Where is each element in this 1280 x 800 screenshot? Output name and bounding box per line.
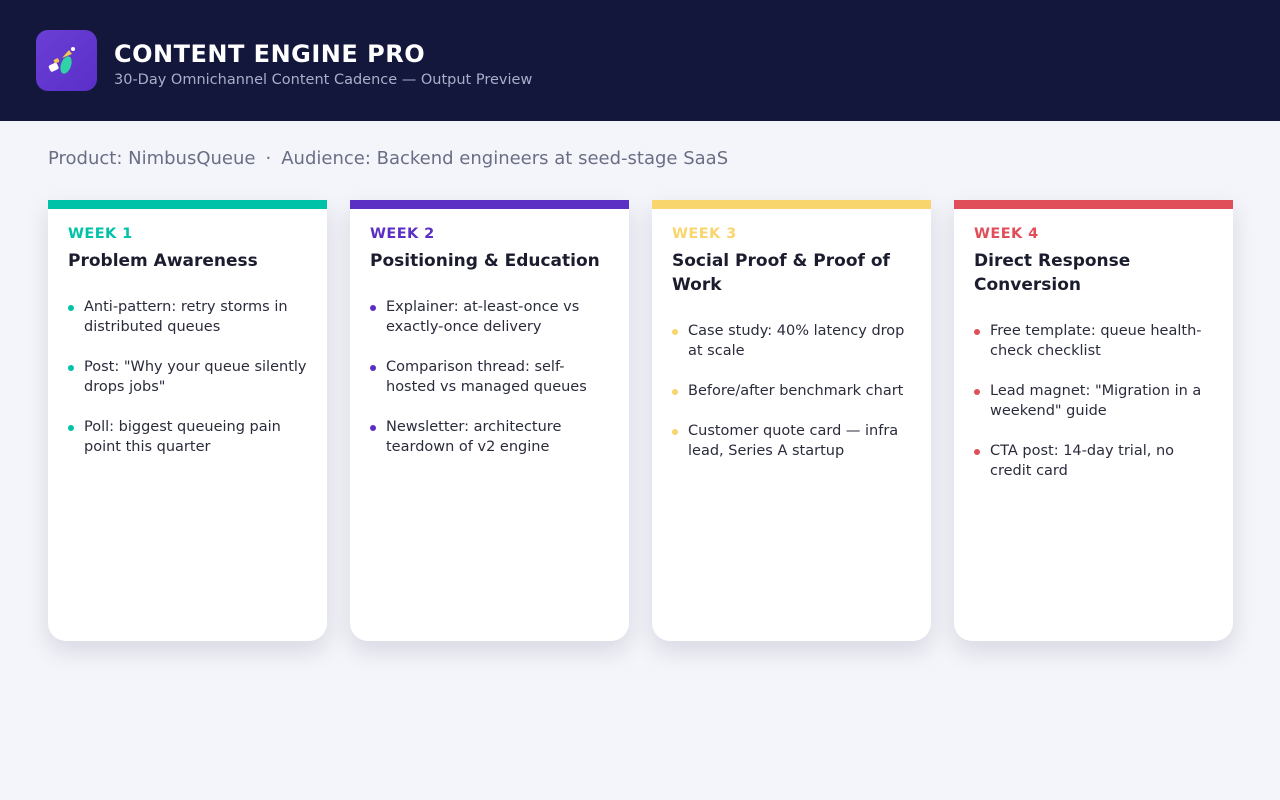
list-item-text: Lead magnet: "Migration in a weekend" gu… bbox=[990, 383, 1202, 419]
bullet-dot-icon bbox=[370, 305, 376, 311]
list-item: Post: "Why your queue silently drops job… bbox=[68, 357, 308, 397]
bullet-dot-icon bbox=[370, 425, 376, 431]
list-item: Explainer: at-least-once vs exactly-once… bbox=[370, 297, 610, 337]
week-label: WEEK 4 bbox=[974, 226, 1039, 242]
list-item: Poll: biggest queueing pain point this q… bbox=[68, 417, 308, 457]
week-cards: WEEK 1 Problem Awareness Anti-pattern: ret… bbox=[48, 200, 1233, 641]
bullet-dot-icon bbox=[672, 329, 678, 335]
week-item-list: Free template: queue health-check checkl… bbox=[974, 321, 1214, 501]
list-item-text: Newsletter: architecture teardown of v2 … bbox=[386, 419, 562, 455]
bullet-dot-icon bbox=[68, 425, 74, 431]
week-label: WEEK 1 bbox=[68, 226, 133, 242]
app-header: CONTENT ENGINE PRO 30-Day Omnichannel Co… bbox=[0, 0, 1280, 121]
week-accent-bar bbox=[48, 200, 327, 209]
week-accent-bar bbox=[652, 200, 931, 209]
list-item: Before/after benchmark chart bbox=[672, 381, 912, 401]
list-item: Lead magnet: "Migration in a weekend" gu… bbox=[974, 381, 1214, 421]
week-card-1: WEEK 1 Problem Awareness Anti-pattern: ret… bbox=[48, 200, 327, 641]
week-accent-bar bbox=[954, 200, 1233, 209]
list-item: Customer quote card — infra lead, Series… bbox=[672, 421, 912, 461]
week-card-3: WEEK 3 Social Proof & Proof of Work Case s… bbox=[652, 200, 931, 641]
app-subtitle: 30-Day Omnichannel Content Cadence — Out… bbox=[114, 72, 533, 88]
week-card-4: WEEK 4 Direct Response Conversion Free tem… bbox=[954, 200, 1233, 641]
list-item-text: Post: "Why your queue silently drops job… bbox=[84, 359, 307, 395]
week-title: Positioning & Education bbox=[370, 251, 600, 271]
bullet-dot-icon bbox=[974, 389, 980, 395]
week-title: Problem Awareness bbox=[68, 251, 258, 271]
week-item-list: Anti-pattern: retry storms in distribute… bbox=[68, 297, 308, 477]
list-item-text: Anti-pattern: retry storms in distribute… bbox=[84, 299, 288, 335]
week-title: Direct Response Conversion bbox=[974, 251, 1131, 295]
list-item: Case study: 40% latency drop at scale bbox=[672, 321, 912, 361]
bullet-dot-icon bbox=[68, 305, 74, 311]
list-item-text: CTA post: 14-day trial, no credit card bbox=[990, 443, 1175, 479]
bullet-dot-icon bbox=[974, 449, 980, 455]
bullet-dot-icon bbox=[672, 389, 678, 395]
week-label: WEEK 3 bbox=[672, 226, 737, 242]
bullet-dot-icon bbox=[68, 365, 74, 371]
list-item-text: Customer quote card — infra lead, Series… bbox=[688, 423, 899, 459]
list-item-text: Comparison thread: self-hosted vs manage… bbox=[386, 359, 587, 395]
list-item-text: Before/after benchmark chart bbox=[688, 383, 904, 399]
product-label: Product: NimbusQueue bbox=[48, 148, 256, 169]
app-title: CONTENT ENGINE PRO bbox=[114, 40, 426, 68]
list-item-text: Free template: queue health-check checkl… bbox=[990, 323, 1202, 359]
bullet-dot-icon bbox=[974, 329, 980, 335]
list-item: Newsletter: architecture teardown of v2 … bbox=[370, 417, 610, 457]
bullet-dot-icon bbox=[370, 365, 376, 371]
context-line: Product: NimbusQueue · Audience: Backend e… bbox=[48, 148, 728, 169]
list-item-text: Case study: 40% latency drop at scale bbox=[688, 323, 905, 359]
week-item-list: Explainer: at-least-once vs exactly-once… bbox=[370, 297, 610, 477]
week-title: Social Proof & Proof of Work bbox=[672, 251, 890, 295]
week-card-2: WEEK 2 Positioning & Education Explainer: … bbox=[350, 200, 629, 641]
audience-label: Audience: Backend engineers at seed-stag… bbox=[281, 148, 729, 169]
context-separator: · bbox=[265, 148, 272, 169]
rocket-icon bbox=[48, 47, 75, 74]
list-item-text: Poll: biggest queueing pain point this q… bbox=[84, 419, 281, 455]
list-item: Anti-pattern: retry storms in distribute… bbox=[68, 297, 308, 337]
week-item-list: Case study: 40% latency drop at scale Bef… bbox=[672, 321, 912, 481]
list-item: CTA post: 14-day trial, no credit card bbox=[974, 441, 1214, 481]
list-item: Comparison thread: self-hosted vs manage… bbox=[370, 357, 610, 397]
list-item-text: Explainer: at-least-once vs exactly-once… bbox=[386, 299, 580, 335]
app-logo bbox=[36, 30, 97, 91]
list-item: Free template: queue health-check checkl… bbox=[974, 321, 1214, 361]
bullet-dot-icon bbox=[672, 429, 678, 435]
week-label: WEEK 2 bbox=[370, 226, 435, 242]
week-accent-bar bbox=[350, 200, 629, 209]
